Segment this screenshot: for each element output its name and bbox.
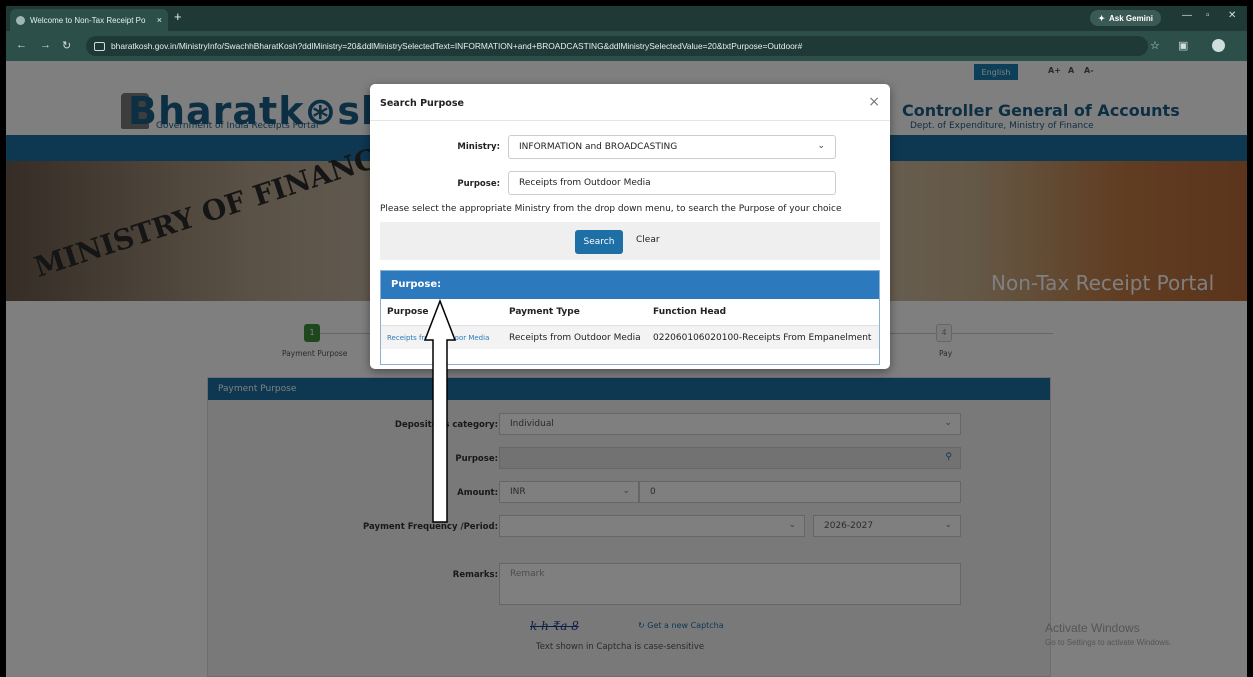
screen-border: Welcome to Non-Tax Receipt Po × + ✦ Ask … [0,0,1253,677]
annotation-arrow-icon [423,298,457,523]
screen: Welcome to Non-Tax Receipt Po × + ✦ Ask … [6,6,1247,677]
